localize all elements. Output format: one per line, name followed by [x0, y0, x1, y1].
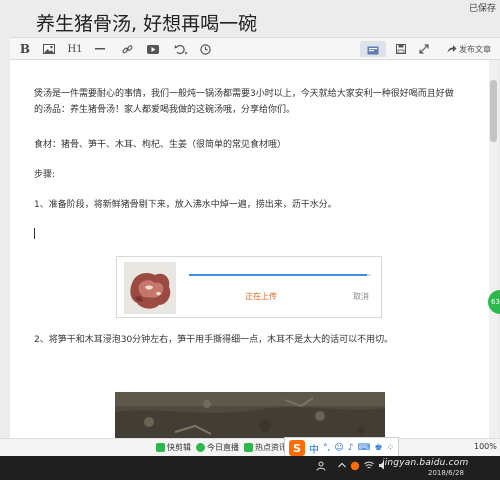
steps-heading: 步骤: — [34, 170, 56, 180]
upload-progress-fill — [189, 274, 368, 276]
image-icon[interactable] — [42, 41, 56, 57]
ime-emoji-icon[interactable]: ☺ — [334, 443, 343, 453]
cancel-upload-link[interactable]: 取消 — [353, 291, 369, 302]
image-upload-card: 正在上传 取消 — [116, 256, 382, 318]
hot-news-icon — [244, 443, 253, 452]
intro-paragraph-line2: 的汤品：养生猪骨汤！家人都爱喝我做的这碗汤哦，分享给你们。 — [34, 105, 296, 115]
ime-toolbox-icon[interactable]: ⁘ — [387, 443, 395, 453]
live-icon — [196, 443, 205, 452]
hot-news-item[interactable]: 热点资讯 — [244, 442, 287, 453]
heading-icon[interactable]: H1 — [66, 41, 84, 57]
step-2-photo — [115, 392, 385, 438]
tray-expand-icon[interactable] — [338, 461, 346, 471]
hot-news-label: 热点资讯 — [255, 443, 287, 452]
share-icon — [447, 44, 457, 55]
upload-thumbnail — [124, 262, 176, 314]
step-2-paragraph: 2、将笋干和木耳浸泡30分钟左右，笋干用手撕得细一点，木耳不是太大的话可以不用切… — [34, 335, 394, 345]
ime-punctuation-icon[interactable]: °, — [323, 443, 330, 453]
ime-mic-icon[interactable]: ♪ — [348, 443, 354, 453]
ingredients-paragraph: 食材：猪骨、笋干、木耳、枸杞、生姜（很简单的常见食材哦） — [34, 140, 287, 150]
preview-button[interactable] — [360, 41, 386, 57]
ime-logo-icon[interactable]: S — [289, 440, 305, 456]
upload-progress-bar — [189, 274, 371, 276]
publish-label: 发布文章 — [459, 44, 491, 54]
ime-keyboard-icon[interactable]: ⌨ — [358, 443, 371, 453]
save-icon[interactable] — [394, 41, 408, 57]
quick-edit-icon — [156, 443, 165, 452]
divider-icon[interactable] — [94, 41, 106, 57]
editor-toolbar: B H1 发布文章 — [10, 37, 500, 60]
video-icon[interactable] — [146, 41, 160, 57]
history-icon[interactable] — [198, 41, 212, 57]
editor-scrollbar[interactable] — [489, 60, 498, 438]
editor-content[interactable]: 煲汤是一件需要耐心的事情，我们一般炖一锅汤都需要3小时以上，今天就给大家安利一种… — [10, 60, 489, 438]
scrollbar-thumb[interactable] — [490, 80, 497, 142]
save-status: 已保存 — [468, 4, 496, 14]
publish-button[interactable]: 发布文章 — [447, 41, 491, 57]
ime-mode-toggle[interactable]: 中 — [309, 441, 319, 456]
quick-edit-item[interactable]: 快剪辑 — [156, 442, 191, 453]
sogou-tray-icon[interactable] — [350, 461, 360, 474]
people-icon[interactable] — [316, 461, 326, 474]
baidu-jingyan-watermark: jingyan.baidu.com — [382, 458, 469, 468]
article-title[interactable]: 养生猪骨汤, 好想再喝一碗 — [36, 9, 257, 36]
link-icon[interactable] — [120, 41, 134, 57]
live-label: 今日直播 — [207, 443, 239, 452]
zoom-level[interactable]: 100% — [474, 442, 497, 451]
network-icon[interactable] — [364, 461, 374, 473]
intro-paragraph-line1: 煲汤是一件需要耐心的事情，我们一般炖一锅汤都需要3小时以上，今天就给大家安利一种… — [34, 89, 454, 99]
step-1-paragraph: 1、准备阶段，将新鲜猪骨剔下来，放入沸水中焯一遍，捞出来，沥干水分。 — [34, 200, 337, 210]
ime-skin-icon[interactable]: ♚ — [375, 443, 383, 453]
browser-bottom-bar: 快剪辑 今日直播 热点资讯 100% — [0, 438, 500, 456]
preview-icon — [367, 40, 379, 59]
quick-edit-label: 快剪辑 — [167, 443, 191, 452]
bold-icon[interactable]: B — [18, 41, 32, 57]
taskbar-date: 2018/6/28 — [428, 469, 464, 477]
fullscreen-icon[interactable] — [417, 41, 431, 57]
text-caret — [34, 228, 35, 239]
undo-icon[interactable] — [172, 41, 190, 57]
live-item[interactable]: 今日直播 — [196, 442, 239, 453]
upload-status: 正在上传 — [245, 292, 277, 301]
